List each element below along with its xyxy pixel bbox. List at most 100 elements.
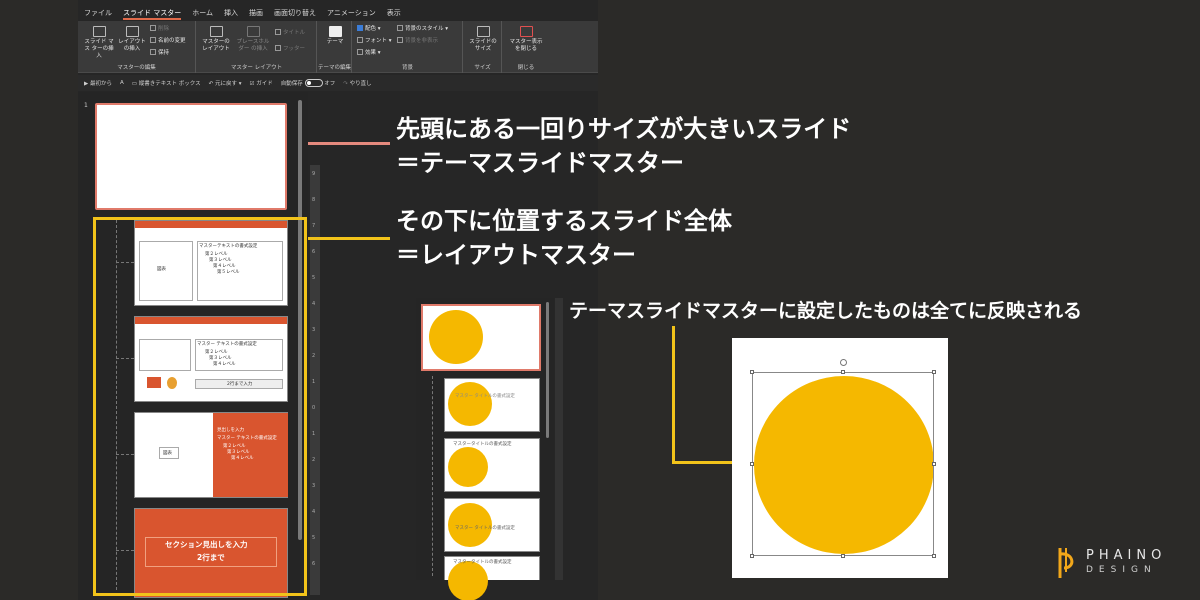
preserve-button[interactable]: 保持 (150, 49, 169, 57)
group-background: 配色 ▾ フォント ▾ 効果 ▾ 背景のスタイル ▾ 背景を非表示 背景 (353, 21, 463, 73)
ruler-tick: 4 (312, 301, 316, 307)
group-edit-theme: テーマ テーマの編集 (318, 21, 352, 73)
from-start-button[interactable]: ▶ 最初から (84, 79, 112, 87)
footer-checkbox[interactable]: フッター (275, 45, 305, 53)
yellow-circle (448, 447, 488, 487)
fonts-dropdown[interactable]: フォント ▾ (357, 37, 392, 45)
logo-subtext: DESIGN (1086, 565, 1157, 575)
example-layout-thumbnail-2: マスタータイトルの書式設定 (444, 438, 540, 492)
close-icon (519, 26, 533, 37)
title-text: マスタータイトルの書式設定 (453, 560, 512, 565)
group-label: 閉じる (517, 65, 535, 71)
group-size: スライドの サイズ サイズ (464, 21, 502, 73)
background-styles-dropdown[interactable]: 背景のスタイル ▾ (397, 25, 448, 33)
ribbon-tabs: ファイル スライド マスター ホーム 挿入 描画 画面切り替え アニメーション … (78, 6, 401, 20)
vertical-textbox-button[interactable]: ▭ 縦書きテキスト ボックス (132, 79, 201, 87)
annotation-layout-master-line2: ＝レイアウトマスター (396, 241, 636, 269)
title-text: マスター タイトルの書式設定 (455, 394, 515, 399)
ruler-tick: 7 (312, 223, 316, 229)
insert-layout-button[interactable]: レイアウト の挿入 (118, 26, 146, 53)
tab-insert[interactable]: 挿入 (224, 6, 238, 20)
toggle-switch-icon (304, 79, 323, 87)
ruler-tick: 1 (312, 379, 316, 385)
title-checkbox[interactable]: タイトル (275, 29, 305, 37)
group-master-layout: マスターの レイアウト プレースホルダー の挿入 タイトル フッター マスター … (197, 21, 317, 73)
master-layout-button[interactable]: マスターの レイアウト (201, 26, 231, 53)
yellow-circle (448, 382, 492, 426)
tab-slide-master[interactable]: スライド マスター (123, 6, 182, 20)
tab-animations[interactable]: アニメーション (327, 6, 376, 20)
tab-draw[interactable]: 描画 (249, 6, 263, 20)
tab-file[interactable]: ファイル (84, 6, 112, 20)
layout-master-pointer-line (308, 237, 390, 240)
theme-button[interactable]: テーマ (321, 26, 349, 46)
theme-master-pointer-line (308, 142, 390, 145)
guide-checkbox[interactable]: ☑ ガイド (250, 79, 273, 87)
resize-handle (841, 370, 845, 374)
slide-size-icon (476, 26, 490, 37)
tab-view[interactable]: 表示 (387, 6, 401, 20)
ruler-tick: 6 (312, 249, 316, 255)
ruler-tick: 5 (312, 535, 316, 541)
theme-icon (328, 26, 342, 37)
ruler-tick: 0 (312, 405, 316, 411)
layout-master-highlight (93, 217, 307, 596)
phaino-logo-icon (1058, 548, 1074, 578)
hide-background-checkbox[interactable]: 背景を非表示 (397, 37, 438, 45)
group-label: サイズ (474, 65, 491, 71)
annotation-theme-master-line2: ＝テーマスライドマスター (396, 149, 684, 177)
tab-home[interactable]: ホーム (192, 6, 213, 20)
resize-handle (932, 554, 936, 558)
ruler-tick: 3 (312, 483, 316, 489)
effects-icon (357, 49, 363, 55)
theme-slide-master-thumbnail[interactable] (95, 103, 287, 210)
vertical-ruler: 9 8 7 6 5 4 3 2 1 0 1 2 3 4 5 6 (310, 165, 320, 595)
example-scrollbar (546, 302, 549, 438)
group-label: マスターの編集 (117, 65, 156, 71)
rename-icon (150, 37, 156, 43)
undo-button[interactable]: ↶ 元に戻す ▾ (209, 79, 242, 87)
resize-handle (932, 462, 936, 466)
slide-number: 1 (84, 102, 88, 109)
group-label: マスター レイアウト (230, 65, 283, 71)
rotate-handle-icon (840, 359, 847, 366)
tab-transitions[interactable]: 画面切り替え (274, 6, 316, 20)
annotation-layout-master-line1: その下に位置するスライド全体 (396, 207, 732, 235)
ruler-tick: 2 (312, 353, 316, 359)
bg-styles-icon (397, 25, 403, 31)
insert-slide-master-button[interactable]: スライド マス ターの挿入 (84, 26, 114, 60)
rename-button[interactable]: 名前の変更 (150, 37, 186, 45)
autosave-toggle[interactable]: 自動保存 オフ (281, 79, 335, 87)
effects-dropdown[interactable]: 効果 ▾ (357, 49, 381, 57)
group-label: 背景 (401, 65, 413, 71)
slide-preview (732, 338, 948, 578)
checkbox-icon (275, 29, 281, 35)
checkbox-icon (397, 37, 403, 43)
reflect-connector-vertical (672, 326, 675, 463)
annotation-reflect: テーマスライドマスターに設定したものは全てに反映される (569, 300, 1083, 322)
example-layout-thumbnail-1: マスター タイトルの書式設定 (444, 378, 540, 432)
group-close: マスター表示 を閉じる 閉じる (503, 21, 549, 73)
colors-dropdown[interactable]: 配色 ▾ (357, 25, 381, 33)
close-master-view-button[interactable]: マスター表示 を閉じる (506, 26, 546, 53)
group-label: テーマの編集 (318, 65, 352, 71)
checkbox-icon (275, 45, 281, 51)
phaino-design-logo: PHAINO DESIGN (1056, 546, 1176, 580)
preserve-icon (150, 49, 156, 55)
ruler-tick: 2 (312, 457, 316, 463)
redo-button[interactable]: ↷ やり直し (343, 79, 371, 87)
title-text: マスタータイトルの書式設定 (453, 442, 512, 447)
yellow-circle (429, 310, 483, 364)
insert-placeholder-button[interactable]: プレースホルダー の挿入 (235, 26, 271, 53)
example-layout-thumbnail-4: マスタータイトルの書式設定 (444, 556, 540, 600)
ruler-tick: 5 (312, 275, 316, 281)
delete-button[interactable]: 削除 (150, 25, 169, 33)
example-thumbnail-pane: マスター タイトルの書式設定 マスタータイトルの書式設定 マスター タイトルの書… (416, 298, 563, 600)
annotation-theme-master-line1: 先頭にある一回りサイズが大きいスライド (396, 115, 852, 143)
resize-handle (750, 554, 754, 558)
resize-handle (841, 554, 845, 558)
example-layout-thumbnail-3: マスター タイトルの書式設定 (444, 498, 540, 552)
slide-size-button[interactable]: スライドの サイズ (467, 26, 499, 53)
ruler-tick: 9 (312, 171, 316, 177)
text-color-icon[interactable]: A (120, 80, 124, 86)
